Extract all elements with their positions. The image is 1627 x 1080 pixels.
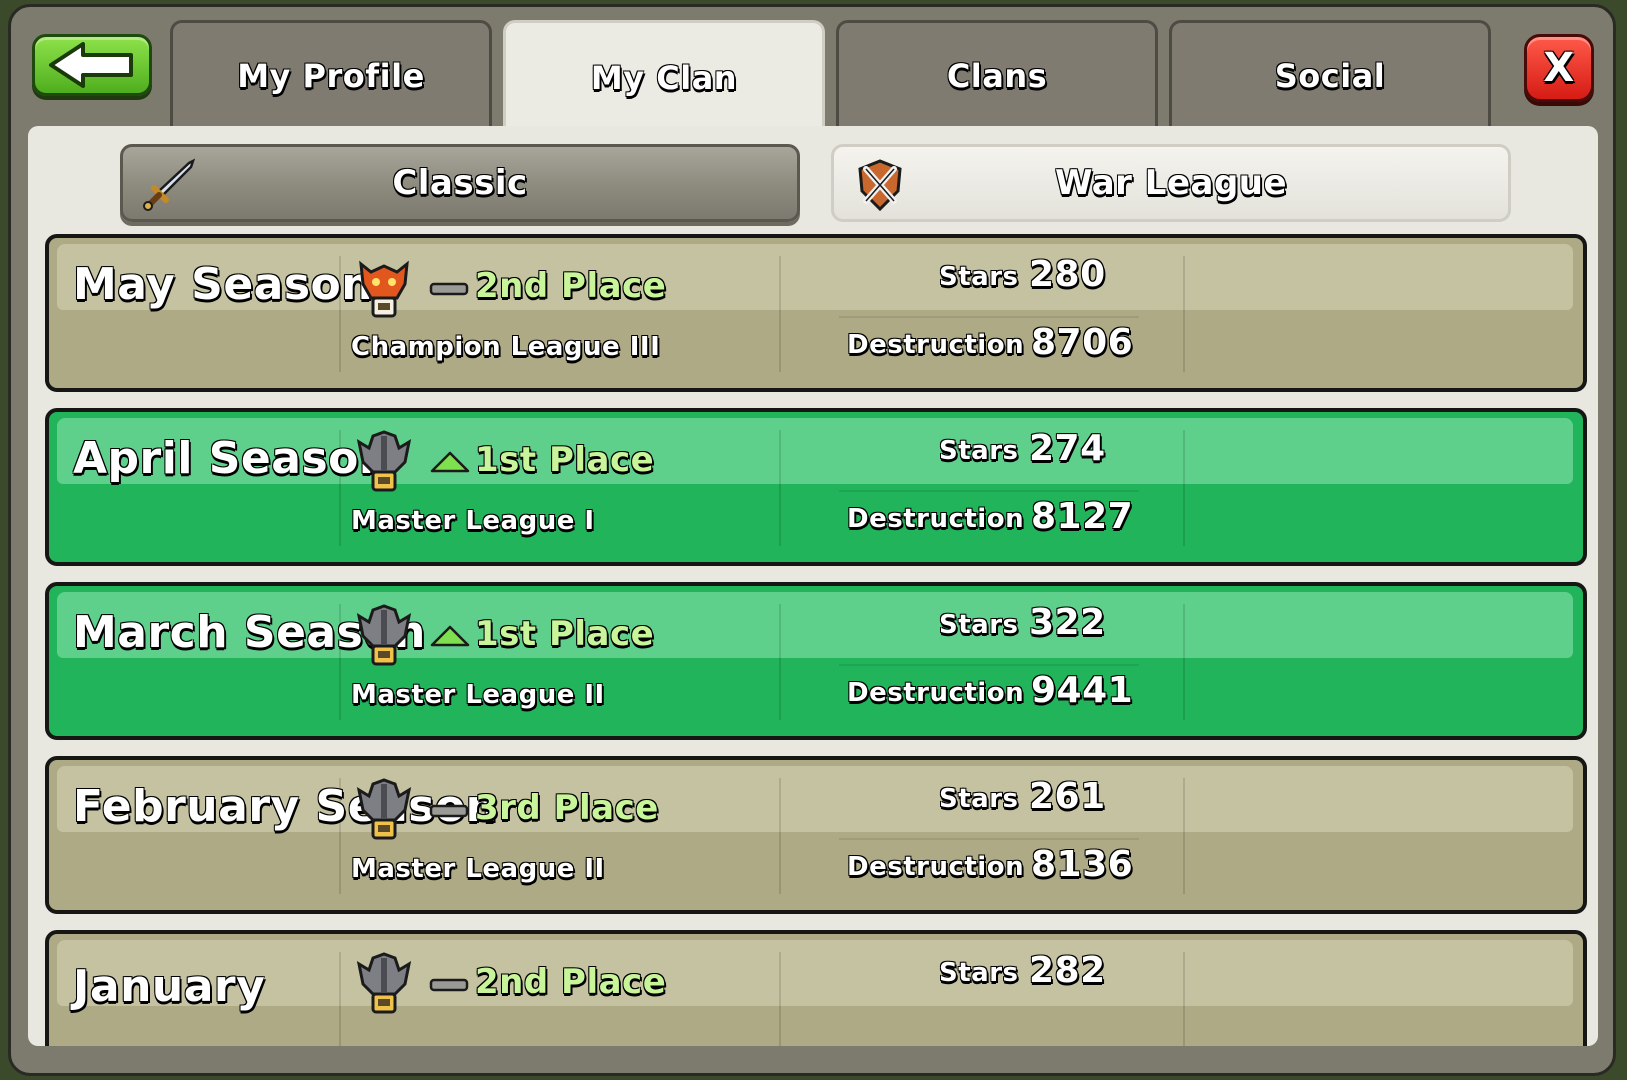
no-change-icon <box>429 804 469 818</box>
row-divider <box>779 256 781 372</box>
subtab-war-league[interactable]: War League <box>831 144 1511 222</box>
season-row[interactable]: April Season 1st Place Master League I S… <box>45 408 1587 566</box>
no-change-icon <box>429 282 469 296</box>
league-name: Champion League III <box>351 332 661 362</box>
league-name: Master League I <box>351 506 595 536</box>
stars-label: Stars <box>939 958 1019 988</box>
season-name: May Season <box>73 259 374 310</box>
tab-my-clan[interactable]: My Clan <box>503 20 825 132</box>
row-divider <box>339 952 341 1046</box>
no-change-icon <box>429 978 469 992</box>
stars-label: Stars <box>939 436 1019 466</box>
place-label: 3rd Place <box>475 788 659 828</box>
league-name: Master League II <box>351 680 605 710</box>
subtab-classic[interactable]: Classic <box>120 144 800 222</box>
main-panel: Classic War League May Season 2nd Place … <box>28 126 1598 1046</box>
sword-icon <box>143 158 196 211</box>
stars-value: 274 <box>1029 428 1106 469</box>
row-divider <box>779 778 781 894</box>
tab-clans[interactable]: Clans <box>836 20 1158 128</box>
league-name: Master League II <box>351 854 605 884</box>
subtab-war-league-label: War League <box>1054 163 1288 203</box>
row-divider <box>1183 778 1185 894</box>
season-name: January <box>73 961 266 1012</box>
stars-label: Stars <box>939 610 1019 640</box>
stars-value: 280 <box>1029 254 1106 295</box>
row-divider <box>839 316 1139 318</box>
place-label: 2nd Place <box>475 266 667 306</box>
destruction-value: 9441 <box>1031 670 1134 711</box>
destruction-value: 8136 <box>1031 844 1134 885</box>
stars-label: Stars <box>939 784 1019 814</box>
season-row[interactable]: January 2nd Place Stars 282 <box>45 930 1587 1046</box>
master-league-icon <box>356 430 412 492</box>
season-name: April Season <box>73 433 391 484</box>
row-divider <box>839 838 1139 840</box>
back-arrow-icon <box>49 42 133 88</box>
stars-label: Stars <box>939 262 1019 292</box>
destruction-value: 8127 <box>1031 496 1134 537</box>
stars-value: 282 <box>1029 950 1106 991</box>
season-row[interactable]: May Season 2nd Place Champion League III… <box>45 234 1587 392</box>
destruction-value: 8706 <box>1031 322 1134 363</box>
row-divider <box>1183 430 1185 546</box>
tab-social[interactable]: Social <box>1169 20 1491 128</box>
destruction-label: Destruction <box>847 852 1025 882</box>
row-divider <box>839 490 1139 492</box>
season-row[interactable]: February Season 3rd Place Master League … <box>45 756 1587 914</box>
place-label: 2nd Place <box>475 962 667 1002</box>
row-divider <box>779 604 781 720</box>
season-row[interactable]: March Season 1st Place Master League II … <box>45 582 1587 740</box>
master-league-icon <box>356 604 412 666</box>
destruction-label: Destruction <box>847 678 1025 708</box>
stars-value: 322 <box>1029 602 1106 643</box>
stars-value: 261 <box>1029 776 1106 817</box>
subtab-classic-label: Classic <box>392 163 528 203</box>
close-icon: X <box>1543 45 1575 91</box>
place-label: 1st Place <box>475 614 655 654</box>
master-league-icon <box>356 952 412 1014</box>
champion-league-icon <box>359 260 409 318</box>
row-highlight <box>57 940 1573 1006</box>
master-league-icon <box>356 778 412 840</box>
row-divider <box>839 664 1139 666</box>
row-divider <box>779 430 781 546</box>
promoted-arrow-icon <box>430 625 470 647</box>
row-divider <box>1183 952 1185 1046</box>
tab-my-profile[interactable]: My Profile <box>170 20 492 128</box>
close-button[interactable]: X <box>1524 34 1594 102</box>
promoted-arrow-icon <box>430 451 470 473</box>
back-button[interactable] <box>32 34 152 96</box>
war-league-icon <box>858 159 902 212</box>
place-label: 1st Place <box>475 440 655 480</box>
destruction-label: Destruction <box>847 504 1025 534</box>
row-divider <box>1183 256 1185 372</box>
row-divider <box>779 952 781 1046</box>
row-divider <box>1183 604 1185 720</box>
destruction-label: Destruction <box>847 330 1025 360</box>
